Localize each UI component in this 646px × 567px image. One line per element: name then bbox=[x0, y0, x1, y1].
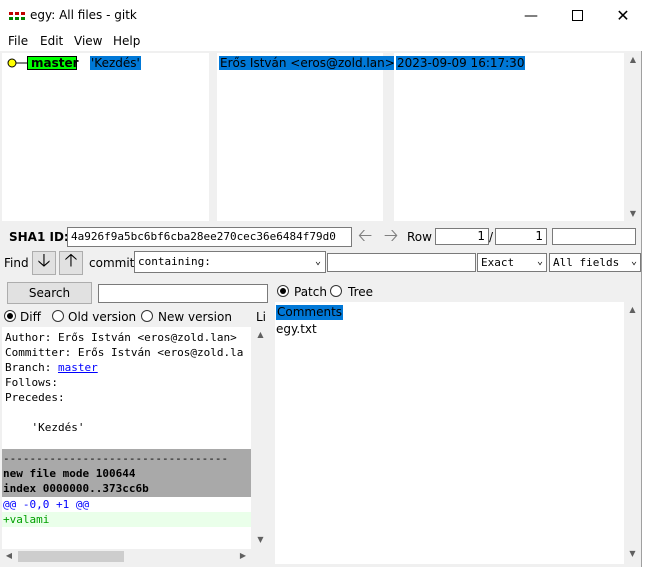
sha1-label: SHA1 ID: bbox=[9, 230, 69, 244]
branch-link[interactable]: master bbox=[58, 361, 98, 374]
forward-arrow-icon[interactable]: 🡢 bbox=[380, 227, 402, 247]
match-type-select[interactable]: Exact ⌄ bbox=[477, 253, 547, 272]
progress-bar bbox=[552, 228, 636, 245]
committer-line: Committer: Erős István <eros@zold.la bbox=[5, 346, 244, 359]
chevron-down-icon: ⌄ bbox=[536, 256, 543, 267]
find-commit-label: commit bbox=[89, 256, 135, 270]
added-line: +valami bbox=[3, 513, 50, 526]
minimize-icon: — bbox=[524, 7, 538, 24]
new-version-radio[interactable] bbox=[141, 310, 153, 322]
row-separator: / bbox=[489, 230, 494, 244]
title-bar: egy: All files - gitk — ✕ bbox=[0, 0, 646, 31]
row-current: 1 bbox=[435, 228, 489, 245]
chevron-down-icon: ⌄ bbox=[314, 256, 321, 267]
lines-label: Li bbox=[256, 310, 267, 324]
menu-help[interactable]: Help bbox=[113, 34, 140, 48]
commit-date-pane[interactable]: 2023-09-09 16:17:30 bbox=[394, 53, 624, 221]
find-label: Find bbox=[4, 256, 29, 270]
commit-message: 'Kezdés' bbox=[5, 421, 85, 434]
maximize-button[interactable] bbox=[554, 0, 600, 31]
new-file-line: new file mode 100644 bbox=[3, 467, 136, 480]
back-arrow-icon[interactable]: 🡠 bbox=[354, 227, 376, 247]
find-prev-button[interactable]: 🡡 bbox=[59, 250, 83, 275]
arrow-up-icon: 🡡 bbox=[64, 250, 78, 271]
scroll-down-icon[interactable]: ▼ bbox=[252, 535, 269, 544]
commit-date[interactable]: 2023-09-09 16:17:30 bbox=[396, 56, 526, 70]
menu-view[interactable]: View bbox=[74, 34, 102, 48]
row-total: 1 bbox=[495, 228, 547, 245]
tree-radio[interactable] bbox=[330, 285, 342, 297]
scroll-left-icon[interactable]: ◀ bbox=[4, 551, 14, 560]
precedes-line: Precedes: bbox=[5, 391, 65, 404]
author-line: Author: Erős István <eros@zold.lan> bbox=[5, 331, 237, 344]
window-title: egy: All files - gitk bbox=[30, 8, 137, 22]
diff-label[interactable]: Diff bbox=[20, 310, 41, 324]
branch-line: Branch: master bbox=[5, 360, 98, 375]
patch-radio[interactable] bbox=[277, 285, 289, 297]
scroll-up-icon[interactable]: ▲ bbox=[626, 55, 640, 64]
scroll-up-icon[interactable]: ▲ bbox=[252, 330, 269, 339]
index-line: index 0000000..373cc6b bbox=[3, 482, 149, 495]
minimize-button[interactable]: — bbox=[508, 0, 554, 31]
find-fields-select[interactable]: All fields ⌄ bbox=[549, 253, 641, 272]
branch-tag[interactable]: master bbox=[27, 56, 79, 70]
menu-file[interactable]: File bbox=[8, 34, 28, 48]
close-button[interactable]: ✕ bbox=[600, 0, 646, 31]
search-input[interactable] bbox=[98, 284, 268, 303]
old-version-label[interactable]: Old version bbox=[68, 310, 136, 324]
patch-label[interactable]: Patch bbox=[294, 285, 327, 299]
find-next-button[interactable]: 🡣 bbox=[32, 250, 56, 275]
row-label: Row bbox=[407, 230, 432, 244]
commit-author-pane[interactable]: Erős István <eros@zold.lan> bbox=[217, 53, 396, 221]
find-type-select[interactable]: containing: ⌄ bbox=[134, 251, 326, 273]
diff-vscrollbar[interactable]: ▲ ▼ bbox=[252, 327, 269, 549]
find-fields-value: All fields bbox=[553, 256, 620, 269]
arrow-down-icon: 🡣 bbox=[37, 250, 51, 271]
scroll-up-icon[interactable]: ▲ bbox=[625, 305, 640, 314]
maximize-icon bbox=[571, 10, 583, 21]
separator-line: ---------------------------------- bbox=[3, 452, 229, 465]
commit-list-scrollbar[interactable]: ▲ ▼ bbox=[626, 53, 640, 221]
tree-label[interactable]: Tree bbox=[348, 285, 373, 299]
search-button[interactable]: Search bbox=[7, 282, 92, 304]
sha1-input[interactable]: 4a926f9a5bc6bf6cba28ee270cec36e6484f79d0 bbox=[67, 227, 352, 247]
scroll-down-icon[interactable]: ▼ bbox=[625, 549, 640, 558]
scroll-down-icon[interactable]: ▼ bbox=[626, 209, 640, 218]
hunk-header: @@ -0,0 +1 @@ bbox=[3, 498, 90, 511]
diff-radio[interactable] bbox=[4, 310, 16, 322]
commit-graph-pane[interactable]: master 'Kezdés' bbox=[2, 53, 209, 221]
comments-item[interactable]: Comments bbox=[276, 305, 344, 320]
menu-edit[interactable]: Edit bbox=[40, 34, 63, 48]
close-icon: ✕ bbox=[616, 6, 630, 25]
diff-hscrollbar[interactable]: ◀ ▶ bbox=[2, 549, 251, 564]
file-list-pane[interactable]: Comments egy.txt bbox=[275, 302, 624, 564]
chevron-down-icon: ⌄ bbox=[630, 256, 637, 267]
file-list-scrollbar[interactable]: ▲ ▼ bbox=[625, 302, 640, 564]
find-string-input[interactable] bbox=[327, 253, 476, 272]
commit-author[interactable]: Erős István <eros@zold.lan> bbox=[219, 56, 396, 70]
gitk-app-icon bbox=[9, 12, 25, 20]
hscroll-thumb[interactable] bbox=[18, 551, 124, 562]
branch-label: Branch: bbox=[5, 361, 58, 374]
match-type-value: Exact bbox=[481, 256, 515, 269]
new-version-label[interactable]: New version bbox=[158, 310, 232, 324]
scroll-right-icon[interactable]: ▶ bbox=[238, 551, 248, 560]
diff-text-pane[interactable]: Author: Erős István <eros@zold.lan> Comm… bbox=[2, 327, 251, 549]
menu-bar: File Edit View Help bbox=[0, 31, 646, 51]
old-version-radio[interactable] bbox=[52, 310, 64, 322]
commit-subject[interactable]: 'Kezdés' bbox=[90, 56, 141, 70]
window-edge bbox=[641, 51, 646, 567]
file-item[interactable]: egy.txt bbox=[276, 322, 317, 337]
follows-line: Follows: bbox=[5, 376, 58, 389]
find-type-value: containing: bbox=[138, 255, 211, 268]
